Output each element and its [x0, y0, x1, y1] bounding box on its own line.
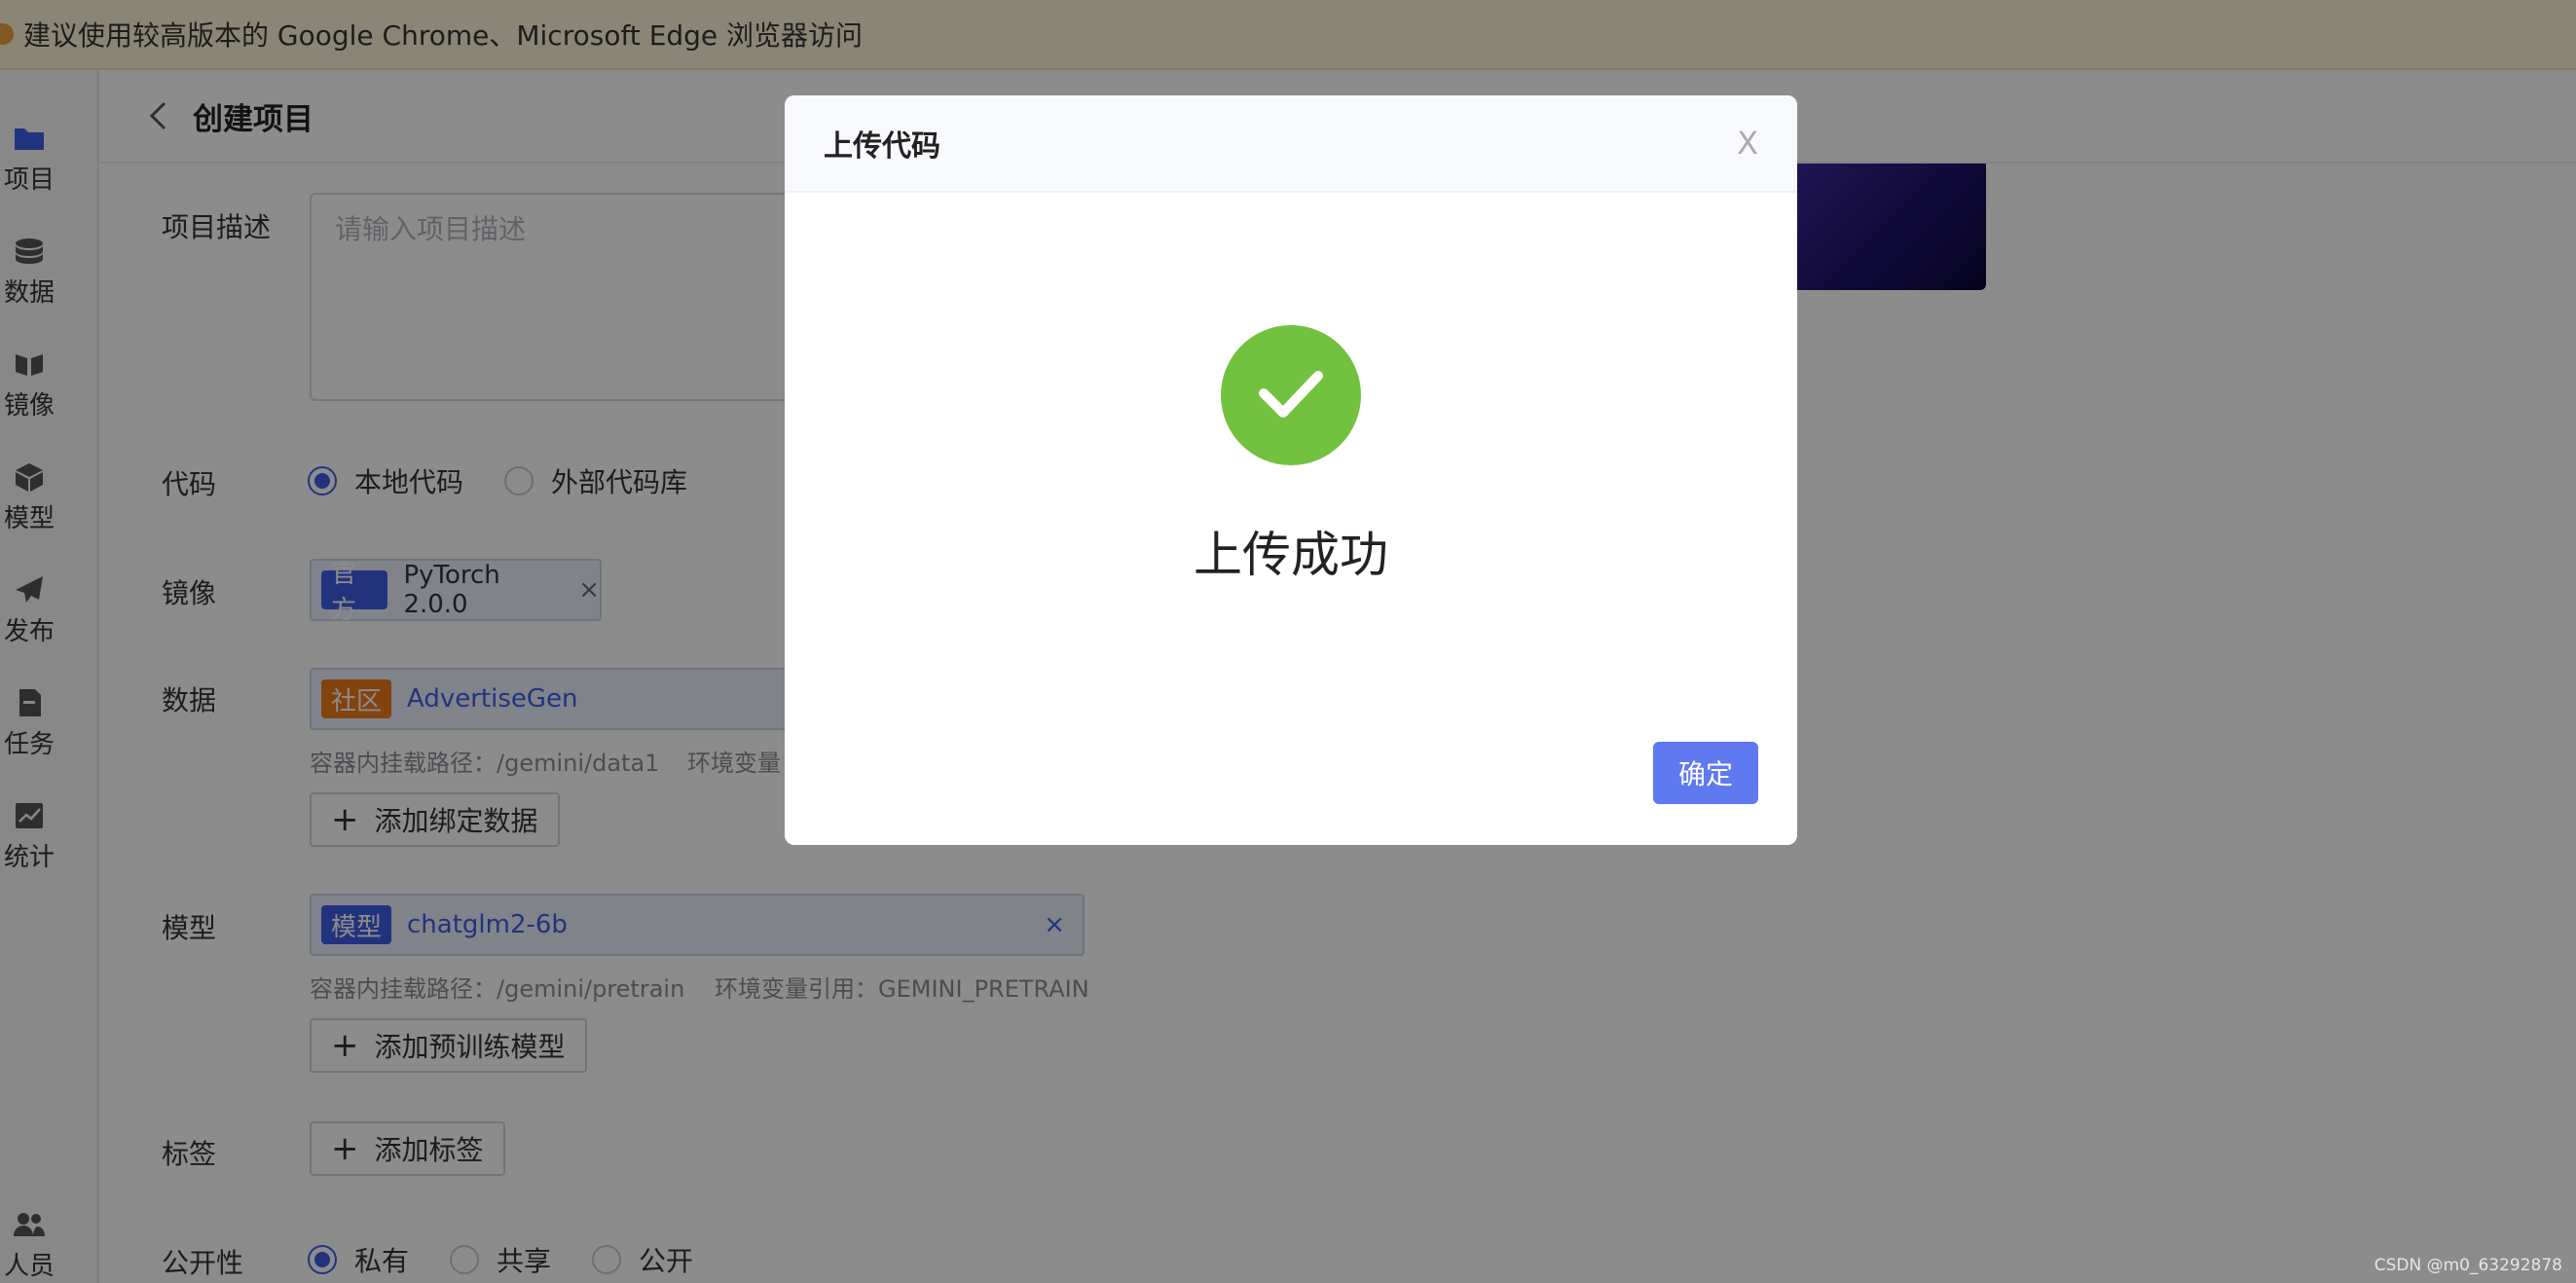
confirm-button[interactable]: 确定 [1653, 742, 1758, 804]
upload-code-dialog: 上传代码 X 上传成功 确定 [785, 95, 1797, 845]
success-check-icon [1221, 325, 1361, 465]
dialog-header: 上传代码 X [785, 95, 1797, 193]
watermark: CSDN @m0_63292878 [2374, 1256, 2562, 1275]
success-message: 上传成功 [1194, 527, 1388, 583]
close-icon[interactable]: X [1737, 125, 1758, 162]
dialog-title: 上传代码 [824, 129, 940, 164]
